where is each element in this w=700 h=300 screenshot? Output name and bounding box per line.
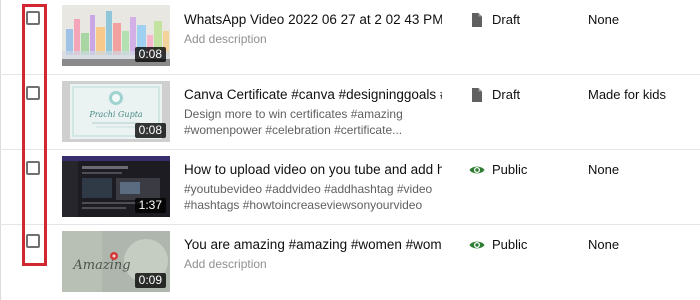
video-row[interactable]: Amazing 0:09 You are amazing #amazing #w…	[0, 225, 700, 299]
visibility-status[interactable]: Draft	[492, 87, 520, 103]
video-row[interactable]: Prachi Gupta 0:08 Canva Certificate #can…	[0, 75, 700, 149]
video-thumbnail[interactable]: Prachi Gupta 0:08	[62, 81, 170, 142]
certificate-name-text: Prachi Gupta	[88, 110, 143, 119]
video-description[interactable]: Add description	[184, 31, 442, 47]
video-thumbnail[interactable]: 1:37	[62, 156, 170, 217]
duration-badge: 0:09	[134, 273, 166, 288]
audience-status: None	[588, 162, 620, 177]
video-thumbnail[interactable]: 0:08	[62, 5, 170, 66]
visibility-status[interactable]: Public	[492, 162, 527, 178]
audience-status: None	[588, 12, 620, 27]
eye-icon	[469, 241, 485, 249]
draft-file-icon	[472, 88, 482, 102]
checkbox-highlight-box	[22, 4, 47, 266]
video-title[interactable]: How to upload video on you tube and add …	[184, 161, 442, 179]
video-description[interactable]: Design more to win certificates #amazing	[184, 106, 442, 122]
duration-badge: 0:08	[134, 47, 166, 62]
video-title[interactable]: You are amazing #amazing #women #women..…	[184, 236, 442, 254]
video-title[interactable]: Canva Certificate #canva #designinggoals…	[184, 86, 442, 104]
video-description[interactable]: Add description	[184, 256, 442, 272]
audience-status: None	[588, 237, 620, 252]
duration-badge: 0:08	[134, 123, 166, 138]
visibility-status[interactable]: Public	[492, 237, 527, 253]
draft-file-icon	[472, 13, 482, 27]
video-row[interactable]: 0:08 WhatsApp Video 2022 06 27 at 2 02 4…	[0, 0, 700, 74]
audience-status: Made for kids	[588, 87, 667, 102]
video-thumbnail[interactable]: Amazing 0:09	[62, 231, 170, 292]
video-description[interactable]: #youtubevideo #addvideo #addhashtag #vid…	[184, 181, 442, 197]
video-row[interactable]: 1:37 How to upload video on you tube and…	[0, 150, 700, 224]
video-description[interactable]: #hashtags #howtoincreaseviewsonyourvideo	[184, 197, 442, 213]
eye-icon	[469, 166, 485, 174]
thumbnail-script-text: Amazing	[72, 258, 130, 273]
video-description[interactable]: #womenpower #celebration #certificate...	[184, 122, 442, 138]
visibility-status[interactable]: Draft	[492, 12, 520, 28]
duration-badge: 1:37	[134, 198, 166, 213]
video-title[interactable]: WhatsApp Video 2022 06 27 at 2 02 43 PM	[184, 11, 442, 29]
